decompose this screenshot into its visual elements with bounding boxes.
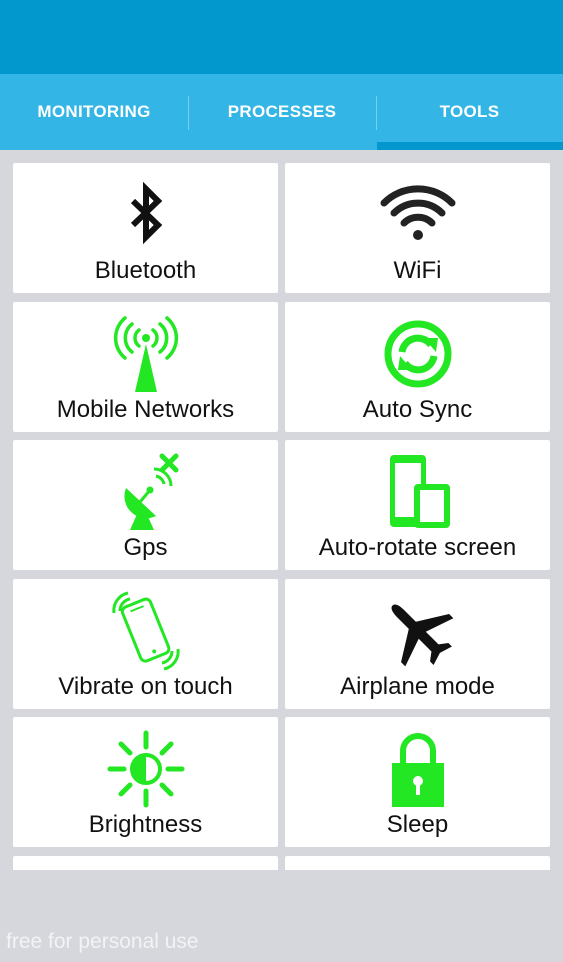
partial-icon [378,868,458,870]
auto-rotate-icon [378,452,458,532]
tool-bluetooth[interactable]: Bluetooth [13,163,278,293]
tool-label: Sleep [386,811,449,838]
tab-selected-indicator [377,142,563,150]
tool-gps[interactable]: Gps [13,440,278,570]
vibrate-icon [106,591,186,671]
tool-mobile-networks[interactable]: Mobile Networks [13,302,278,432]
tools-grid: Bluetooth WiFi Mobile Networks Auto Sync… [0,150,563,870]
watermark: free for personal use [6,930,199,953]
bluetooth-icon [106,175,186,255]
lock-icon [378,729,458,809]
tool-auto-rotate[interactable]: Auto-rotate screen [285,440,550,570]
tool-tile-partial[interactable] [285,856,550,870]
tool-brightness[interactable]: Brightness [13,717,278,847]
auto-sync-icon [378,314,458,394]
wifi-icon [378,175,458,255]
gps-icon [106,452,186,532]
tool-label: Mobile Networks [56,396,235,423]
tool-label: Vibrate on touch [58,673,233,700]
mobile-networks-icon [106,314,186,394]
tab-tools[interactable]: TOOLS [376,74,563,150]
tool-sleep[interactable]: Sleep [285,717,550,847]
tool-vibrate[interactable]: Vibrate on touch [13,579,278,709]
tool-label: Auto Sync [362,396,473,423]
tool-airplane-mode[interactable]: Airplane mode [285,579,550,709]
tab-processes[interactable]: PROCESSES [188,74,376,150]
tool-label: Gps [123,534,168,561]
tool-auto-sync[interactable]: Auto Sync [285,302,550,432]
tab-monitoring[interactable]: MONITORING [0,74,188,150]
brightness-icon [106,729,186,809]
tool-label: WiFi [393,257,442,284]
tool-label: Bluetooth [94,257,197,284]
tool-label: Auto-rotate screen [318,534,517,561]
status-bar [0,0,563,74]
tool-label: Brightness [88,811,203,838]
tool-label: Airplane mode [340,673,495,700]
tool-wifi[interactable]: WiFi [285,163,550,293]
tab-bar: MONITORING PROCESSES TOOLS [0,74,563,150]
airplane-icon [378,591,458,671]
tool-tile-partial[interactable] [13,856,278,870]
